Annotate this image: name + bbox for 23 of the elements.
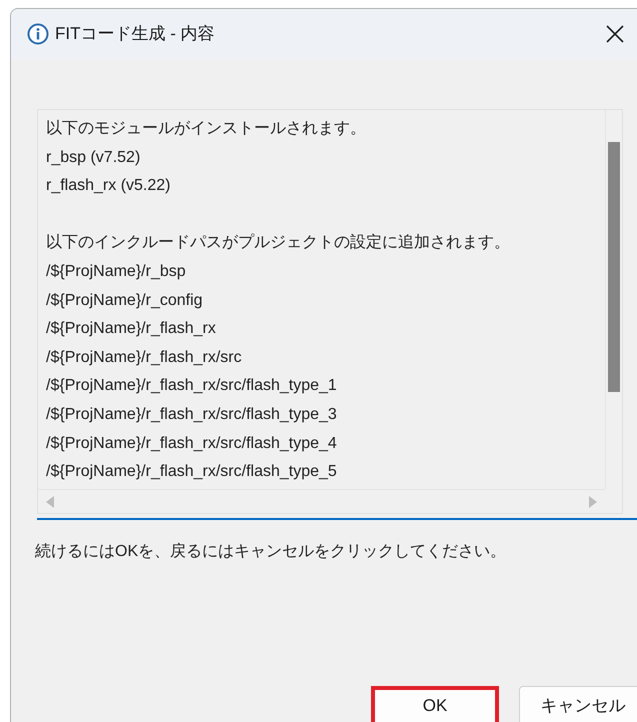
dialog-button[interactable]: キャンセル — [519, 686, 637, 722]
content-line: /${ProjName}/r_flash_rx/src/flash_type_5 — [46, 462, 338, 482]
close-icon — [606, 25, 624, 43]
right-arrow-icon[interactable] — [589, 496, 597, 508]
info-icon — [27, 23, 49, 45]
content-line: /${ProjName}/r_flash_rx — [46, 319, 217, 340]
content-line: /${ProjName}/r_flash_rx/src — [46, 348, 243, 368]
text-area[interactable] — [37, 109, 623, 514]
scrollbar-thumb[interactable] — [608, 142, 620, 392]
vertical-scrollbar[interactable] — [605, 110, 622, 489]
instruction-text: 続けるにはOKを、戻るにはキャンセルをクリックしてください。 — [35, 542, 508, 562]
heading-text: 以下のインクルードパスがプルジェクトの設定に追加されます。 — [46, 232, 511, 254]
content-line: /${ProjName}/r_flash_rx/src/flash_type_4 — [46, 434, 338, 454]
content-line: /${ProjName}/r_bsp — [46, 262, 187, 282]
content-line: /${ProjName}/r_flash_rx/src/flash_type_3 — [46, 404, 338, 425]
heading-text: 以下のモジュールがインストールされます。 — [46, 118, 367, 139]
dialog-button[interactable]: OK — [371, 686, 499, 722]
window-title: FITコード生成 - 内容 — [55, 23, 215, 46]
content-line: r_flash_rx (v5.22) — [46, 176, 172, 196]
content-line: r_bsp (v7.52) — [46, 148, 142, 168]
left-arrow-icon[interactable] — [46, 496, 54, 508]
content-line: /${ProjName}/r_flash_rx/src/flash_type_1 — [46, 376, 338, 396]
content-line: /${ProjName}/r_config — [46, 290, 204, 311]
